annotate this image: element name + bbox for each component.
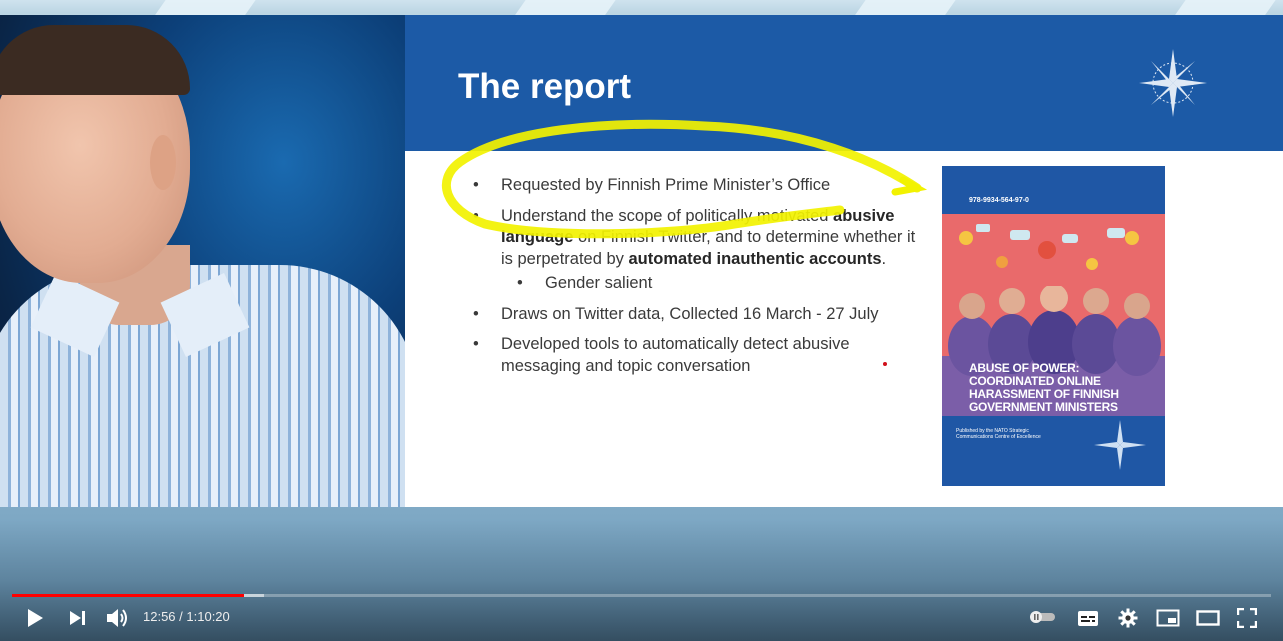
slide-bullet-list: Requested by Finnish Prime Minister’s Of… [473, 175, 923, 386]
bullet-item: Developed tools to automatically detect … [473, 334, 923, 377]
miniplayer-button[interactable] [1155, 604, 1181, 632]
background-decoration [1174, 0, 1276, 16]
cover-nato-logo-icon [1094, 420, 1146, 470]
cover-publisher: Published by the NATO Strategic Communic… [956, 428, 1041, 440]
fullscreen-icon [1237, 608, 1257, 628]
autoplay-toggle[interactable] [1029, 610, 1057, 624]
nato-stratcom-logo-icon [1139, 49, 1207, 117]
background-decoration [854, 0, 956, 16]
next-button[interactable] [66, 604, 90, 632]
settings-button[interactable] [1116, 604, 1140, 632]
fullscreen-button[interactable] [1235, 604, 1259, 632]
theater-mode-icon [1196, 610, 1220, 626]
cover-isbn: 978-9934-564-97-0 [969, 197, 1029, 204]
laser-pointer-dot [883, 362, 887, 366]
slide-title: The report [458, 67, 632, 106]
presenter-ear [150, 135, 176, 190]
play-button[interactable] [22, 604, 48, 632]
bullet-text: . [881, 249, 887, 268]
bullet-text: Gender salient [545, 274, 653, 292]
subtitles-button[interactable] [1075, 604, 1101, 632]
background-decoration [154, 0, 256, 16]
progress-played [12, 594, 244, 597]
cover-title: ABUSE OF POWER: COORDINATED ONLINE HARAS… [969, 361, 1119, 414]
settings-gear-icon [1118, 608, 1138, 628]
presenter-webcam [0, 15, 405, 507]
bullet-item: Requested by Finnish Prime Minister’s Of… [473, 175, 923, 197]
volume-button[interactable] [104, 604, 132, 632]
report-cover-image: 978-9934-564-97-0 ABUSE OF POWER: COORDI… [942, 166, 1165, 486]
slide-header: The report [405, 15, 1283, 151]
miniplayer-icon [1156, 609, 1180, 627]
time-separator: / [175, 609, 187, 624]
background-decoration [514, 0, 616, 16]
cover-emoji-decorations [959, 224, 1139, 270]
theater-mode-button[interactable] [1195, 604, 1221, 632]
time-current: 12:56 [143, 609, 176, 624]
presentation-slide: The report Requested by Finnish Prime Mi… [405, 15, 1283, 507]
volume-icon [107, 609, 127, 627]
sub-bullet-item: Gender salient [473, 273, 923, 295]
bullet-item: Draws on Twitter data, Collected 16 Marc… [473, 304, 923, 326]
play-icon [28, 609, 43, 627]
bullet-item: Understand the scope of politically moti… [473, 206, 923, 271]
time-total: 1:10:20 [186, 609, 230, 624]
bullet-bold-text: automated inauthentic accounts [628, 249, 882, 268]
autoplay-toggle-icon [1030, 611, 1055, 623]
presenter-hair [0, 25, 190, 95]
bullet-text: Developed tools to automatically detect … [501, 335, 850, 375]
bullet-text: Draws on Twitter data, Collected 16 Marc… [501, 304, 879, 323]
time-display: 12:56 / 1:10:20 [143, 609, 230, 624]
bullet-text: Understand the scope of politically moti… [501, 206, 834, 225]
bullet-text: Requested by Finnish Prime Minister’s Of… [501, 176, 831, 194]
subtitles-icon [1078, 610, 1098, 626]
next-icon [70, 611, 85, 625]
